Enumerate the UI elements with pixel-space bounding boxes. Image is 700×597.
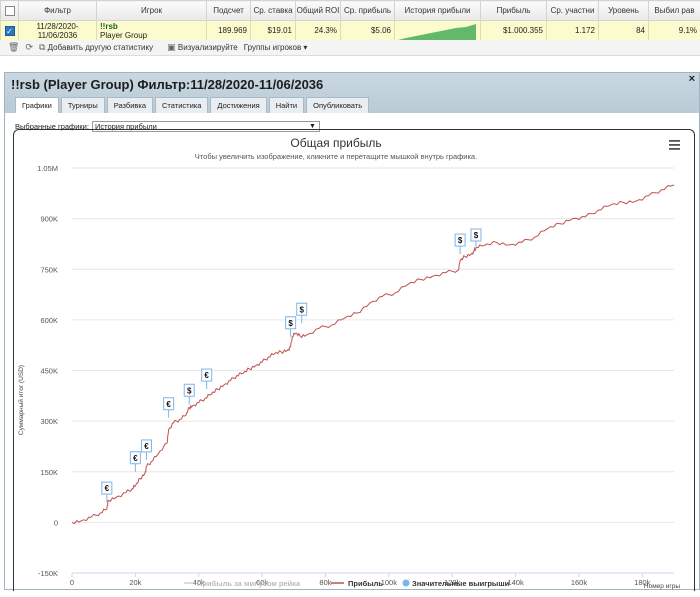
y-axis-label: Суммарный итог (USD) <box>17 365 25 435</box>
x-tick-label: 160k <box>571 578 588 587</box>
col-avg-stake[interactable]: Ср. ставка <box>251 1 296 21</box>
tab-find[interactable]: Найти <box>269 97 304 113</box>
legend-swatch-big-wins <box>403 580 410 587</box>
y-tick-label: 600K <box>40 316 58 325</box>
y-tick-label: 300K <box>40 417 58 426</box>
y-tick-label: 0 <box>54 518 58 527</box>
big-win-flag-label: $ <box>288 319 293 328</box>
chart-legend: Прибыль за минусом рейка Прибыль Значите… <box>184 579 510 588</box>
col-profit-history[interactable]: История прибыли <box>395 1 481 21</box>
tab-publish[interactable]: Опубликовать <box>306 97 369 113</box>
series-line-profit[interactable] <box>72 185 674 524</box>
x-axis-label: Номер игры <box>644 583 680 590</box>
refresh-icon[interactable]: ⟳ <box>25 42 33 53</box>
row-checkbox[interactable]: ✓ <box>1 21 19 41</box>
tab-statistics[interactable]: Статистика <box>155 97 208 113</box>
big-win-flag-label: € <box>105 484 110 493</box>
col-profit[interactable]: Прибыль <box>481 1 547 21</box>
panel-tabs: Графики Турниры Разбивка Статистика Дост… <box>15 97 369 113</box>
stats-grid: Фильтр Игрок Подсчет Ср. ставка Общий RO… <box>0 0 700 40</box>
row-knockout: 9.1% <box>649 21 700 41</box>
row-count: 189.969 <box>207 21 251 41</box>
col-avg-entrants[interactable]: Ср. участни <box>547 1 599 21</box>
add-stat-button[interactable]: ⧉ Добавить другую статистику <box>39 42 153 53</box>
chart-container[interactable]: Общая прибыль Чтобы увеличить изображени… <box>13 129 695 591</box>
col-roi[interactable]: Общий ROI <box>296 1 341 21</box>
row-profit: $1.000.355 <box>481 21 547 41</box>
big-win-flag-label: € <box>166 400 171 409</box>
row-level: 84 <box>599 21 649 41</box>
big-win-flag-label: $ <box>458 236 463 245</box>
trash-icon[interactable]: 🗑 <box>8 42 19 53</box>
x-tick-label: 100k <box>381 578 398 587</box>
profit-sparkline <box>396 22 480 40</box>
y-tick-label: 750K <box>40 265 58 274</box>
big-win-flag[interactable]: $ <box>184 384 194 404</box>
tab-tournaments[interactable]: Турниры <box>61 97 105 113</box>
player-groups-dropdown[interactable]: Группы игроков ▾ <box>244 43 308 52</box>
chevron-down-icon: ▾ <box>303 43 307 52</box>
legend-profit[interactable]: Прибыль <box>348 579 383 588</box>
table-row[interactable]: ✓ 11/28/2020-11/06/2036 !!rsbPlayer Grou… <box>1 21 700 41</box>
y-tick-label: 1.05M <box>37 164 58 173</box>
panel-header: !!rsb (Player Group) Фильтр:11/28/2020-1… <box>5 73 699 113</box>
tab-breakdown[interactable]: Разбивка <box>107 97 153 113</box>
big-win-flag-label: $ <box>474 231 479 240</box>
big-win-flag[interactable]: $ <box>455 234 465 254</box>
visualize-button[interactable]: ▣ Визуализируйте <box>167 42 238 53</box>
y-tick-label: 450K <box>40 367 58 376</box>
y-tick-label: 150K <box>40 468 58 477</box>
grid-header-row: Фильтр Игрок Подсчет Ср. ставка Общий RO… <box>1 1 700 21</box>
legend-net-profit[interactable]: Прибыль за минусом рейка <box>197 579 301 588</box>
big-win-flag-label: $ <box>299 305 304 314</box>
row-player[interactable]: !!rsbPlayer Group <box>97 21 207 41</box>
big-win-flag[interactable]: € <box>141 440 151 460</box>
big-win-flag[interactable]: € <box>164 398 174 418</box>
col-filter[interactable]: Фильтр <box>19 1 97 21</box>
tab-achievements[interactable]: Достижения <box>210 97 266 113</box>
big-win-flag[interactable]: € <box>130 452 140 472</box>
panel-title: !!rsb (Player Group) Фильтр:11/28/2020-1… <box>11 77 693 92</box>
big-win-flag[interactable]: € <box>102 482 112 502</box>
big-win-flag[interactable]: € <box>202 369 212 389</box>
x-tick-label: 80k <box>319 578 331 587</box>
grid-toolbar: 🗑 ⟳ ⧉ Добавить другую статистику ▣ Визуа… <box>0 40 700 56</box>
x-tick-label: 140k <box>507 578 524 587</box>
close-icon[interactable]: × <box>689 73 695 85</box>
col-player[interactable]: Игрок <box>97 1 207 21</box>
menu-icon[interactable] <box>669 140 680 150</box>
tab-charts[interactable]: Графики <box>15 97 59 113</box>
y-tick-label: 900K <box>40 215 58 224</box>
chart-title: Общая прибыль <box>290 136 381 150</box>
player-detail-panel: !!rsb (Player Group) Фильтр:11/28/2020-1… <box>4 72 700 590</box>
row-avg-entrants: 1.172 <box>547 21 599 41</box>
legend-big-wins[interactable]: Значительные выигрыши <box>412 579 510 588</box>
row-roi: 24.3% <box>296 21 341 41</box>
big-win-flag-label: € <box>144 442 149 451</box>
y-tick-label: -150K <box>38 569 58 578</box>
col-knockout[interactable]: Выбил рав <box>649 1 700 21</box>
row-avg-stake: $19.01 <box>251 21 296 41</box>
select-all-checkbox[interactable] <box>1 1 19 21</box>
big-win-flag-label: $ <box>187 386 192 395</box>
x-tick-label: 20k <box>129 578 141 587</box>
row-profit-sparkline <box>395 21 481 41</box>
row-filter: 11/28/2020-11/06/2036 <box>19 21 97 41</box>
chart-icon: ▣ <box>167 42 176 52</box>
x-tick-label: 0 <box>70 578 74 587</box>
add-column-icon: ⧉ <box>39 42 45 52</box>
big-win-flag-label: € <box>204 371 209 380</box>
row-avg-profit: $5.06 <box>341 21 395 41</box>
col-count[interactable]: Подсчет <box>207 1 251 21</box>
chart-subtitle: Чтобы увеличить изображение, кликните и … <box>195 152 477 161</box>
profit-chart[interactable]: Общая прибыль Чтобы увеличить изображени… <box>14 130 694 592</box>
big-win-flag-label: € <box>133 454 138 463</box>
col-level[interactable]: Уровень <box>599 1 649 21</box>
col-avg-profit[interactable]: Ср. прибыль <box>341 1 395 21</box>
